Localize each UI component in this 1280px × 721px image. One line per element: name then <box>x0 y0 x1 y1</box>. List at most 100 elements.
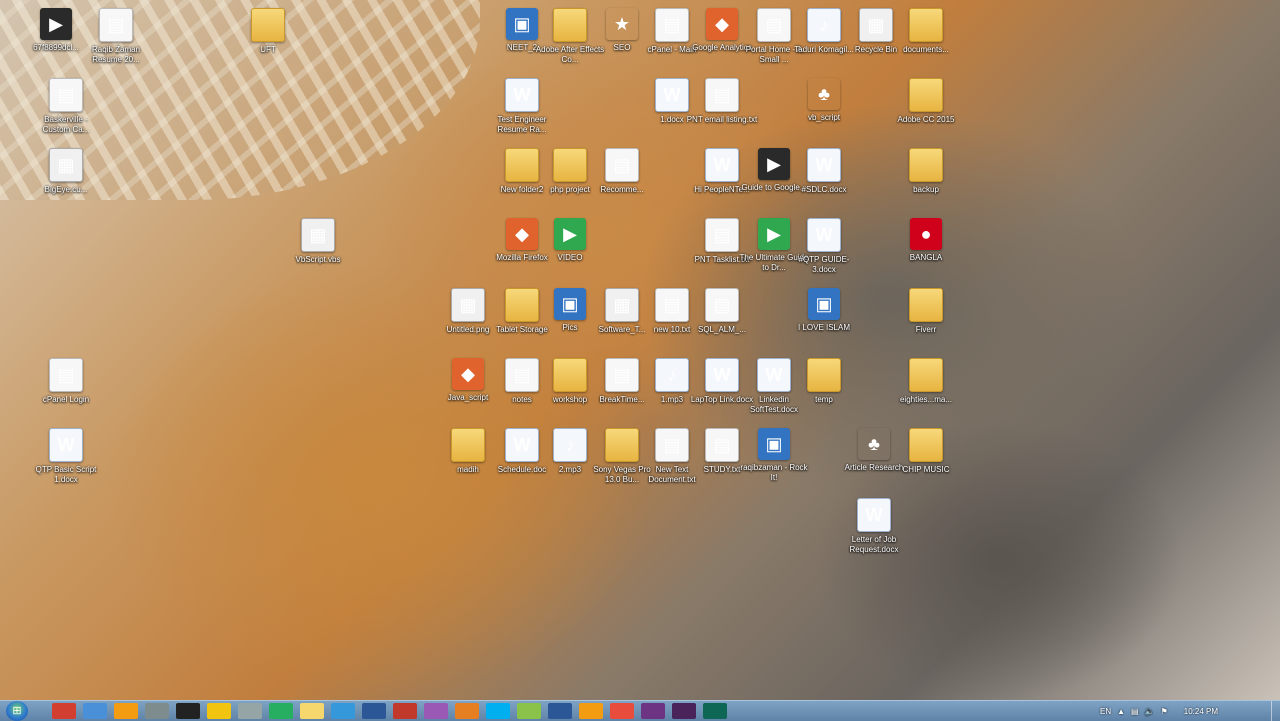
desktop-icon-label: Recomme... <box>600 185 644 194</box>
snipping-icon[interactable] <box>424 703 448 719</box>
sticky-icon[interactable] <box>300 703 324 719</box>
green-file-icon: ▶ <box>758 218 790 250</box>
desktop-icon[interactable]: W #SDLC.docx <box>788 148 860 195</box>
tree-file-icon: ♣ <box>858 428 890 460</box>
desktop-icon-label: VbScript.vbs <box>295 255 341 264</box>
paint-icon[interactable] <box>331 703 355 719</box>
explorer-icon[interactable] <box>207 703 231 719</box>
taskbar: ⊞ EN ▲ ▤ 🔈 ⚑ 10:24 PM <box>0 700 1280 721</box>
java-icon[interactable] <box>610 703 634 719</box>
desktop-icon[interactable]: ● BANGLA <box>890 218 962 263</box>
acrobat-icon[interactable] <box>393 703 417 719</box>
desktop-icon-label: cPanel Login <box>42 395 90 404</box>
word-file-icon: W <box>505 78 539 112</box>
desktop-icon[interactable]: ▣ I LOVE ISLAM <box>788 288 860 333</box>
desktop-icon-label: temp <box>815 395 833 404</box>
windows-start-icon[interactable]: ⊞ <box>6 701 28 721</box>
mp3-file-icon: ♪ <box>655 358 689 392</box>
red-file-icon: ● <box>910 218 942 250</box>
premiere-icon[interactable] <box>672 703 696 719</box>
desktop-icon-label: documents... <box>903 45 949 54</box>
winword-icon[interactable] <box>548 703 572 719</box>
app-file-icon: ▣ <box>554 288 586 320</box>
desktop-icon[interactable]: W Test Engineer Resume Ra... <box>486 78 558 135</box>
doc-file-icon: ▤ <box>705 78 739 112</box>
folder-file-icon <box>251 8 285 42</box>
desktop-icon[interactable]: documents... <box>890 8 962 55</box>
desktop-icon-label: I LOVE ISLAM <box>797 323 851 332</box>
excel-icon[interactable] <box>269 703 293 719</box>
desktop-icon-label: #QTP GUIDE-3.docx <box>798 255 850 274</box>
desktop-icon[interactable]: backup <box>890 148 962 195</box>
show-desktop-button[interactable] <box>1271 701 1280 721</box>
desktop-icon-label: raqibzaman - Rock It! <box>740 463 808 482</box>
volume-icon[interactable]: 🔈 <box>1145 707 1155 716</box>
desktop-icon[interactable]: eighties...ma... <box>890 358 962 405</box>
desktop-icon[interactable]: Adobe CC 2015 <box>890 78 962 125</box>
desktop-icon[interactable]: W #QTP GUIDE-3.docx <box>788 218 860 275</box>
desktop-icon-label: BigEye.cu... <box>44 185 88 194</box>
word-file-icon: W <box>857 498 891 532</box>
tree-file-icon: ♣ <box>808 78 840 110</box>
desktop-icon-label: vb_script <box>807 113 840 122</box>
desktop-icon-label: Fiverr <box>915 325 937 334</box>
word-file-icon: W <box>705 148 739 182</box>
desktop-icon[interactable]: ▦ BigEye.cu... <box>30 148 102 195</box>
orange-file-icon: ◆ <box>452 358 484 390</box>
media-player-icon[interactable] <box>114 703 138 719</box>
img-file-icon: ▦ <box>49 148 83 182</box>
word-file-icon: W <box>655 78 689 112</box>
desktop-icon-label: PNT email listing.txt <box>686 115 758 124</box>
desktop-icon[interactable]: W Letter of Job Request.docx <box>838 498 910 555</box>
folder-file-icon <box>605 428 639 462</box>
desktop-icon[interactable]: W QTP Basic Script 1.docx <box>30 428 102 485</box>
desktop-icon[interactable]: temp <box>788 358 860 405</box>
word-file-icon: W <box>49 428 83 462</box>
desktop-icon[interactable]: ♣ vb_script <box>788 78 860 123</box>
notepad-icon[interactable] <box>238 703 262 719</box>
word-icon[interactable] <box>362 703 386 719</box>
flag-icon[interactable]: ⚑ <box>1161 707 1168 716</box>
desktop-icon[interactable]: ▤ SQL_ALM_... <box>686 288 758 335</box>
desktop-icon-label: Letter of Job Request.docx <box>849 535 899 554</box>
word-file-icon: W <box>807 148 841 182</box>
chevron-up-icon[interactable]: ▲ <box>1117 707 1125 716</box>
desktop-icon[interactable]: ▤ Baskerville - Custom Ca... <box>30 78 102 135</box>
mp3-file-icon: ♪ <box>807 8 841 42</box>
desktop-icon-label: CHIP MUSIC <box>902 465 950 474</box>
folder-icon[interactable] <box>83 703 107 719</box>
obs-icon[interactable] <box>176 703 200 719</box>
clock[interactable]: 10:24 PM <box>1184 707 1218 716</box>
desktop-icon[interactable]: CHIP MUSIC <box>890 428 962 475</box>
language-indicator[interactable]: EN <box>1100 707 1111 716</box>
illustrator-icon[interactable] <box>455 703 479 719</box>
desktop-icon[interactable]: Fiverr <box>890 288 962 335</box>
mp3-file-icon: ♪ <box>553 428 587 462</box>
desktop-icon[interactable]: ▤ cPanel Login <box>30 358 102 405</box>
calculator-icon[interactable] <box>145 703 169 719</box>
notepadpp-icon[interactable] <box>517 703 541 719</box>
chrome-icon[interactable] <box>52 703 76 719</box>
desktop-icon[interactable]: ▤ PNT email listing.txt <box>686 78 758 125</box>
folder-file-icon <box>909 358 943 392</box>
doc-file-icon: ▤ <box>99 8 133 42</box>
desktop-icon[interactable]: ▣ raqibzaman - Rock It! <box>738 428 810 483</box>
desktop-icon-label: Raqib Zaman Resume 20... <box>91 45 141 64</box>
desktop-icon-label: Test Engineer Resume Ra... <box>497 115 547 134</box>
folder-file-icon <box>451 428 485 462</box>
desktop-icon[interactable]: ▦ VbScript.vbs <box>282 218 354 265</box>
desktop-icon[interactable]: ▤ Raqib Zaman Resume 20... <box>80 8 152 65</box>
terminal-icon[interactable] <box>703 703 727 719</box>
desktop-icon-label: QTP Basic Script 1.docx <box>35 465 97 484</box>
folder-file-icon <box>909 288 943 322</box>
skype-icon[interactable] <box>486 703 510 719</box>
desktop-icon-label: backup <box>913 185 939 194</box>
desktop-icon-label: Adobe CC 2015 <box>897 115 955 124</box>
vlc-icon[interactable] <box>579 703 603 719</box>
aftereffects-icon[interactable] <box>641 703 665 719</box>
desktop-icon[interactable]: ▶ VIDEO <box>534 218 606 263</box>
network-icon[interactable]: ▤ <box>1131 707 1139 716</box>
green-file-icon: ▶ <box>554 218 586 250</box>
desktop-icon[interactable]: UFT <box>232 8 304 55</box>
desktop-icon[interactable]: ▤ Recomme... <box>586 148 658 195</box>
